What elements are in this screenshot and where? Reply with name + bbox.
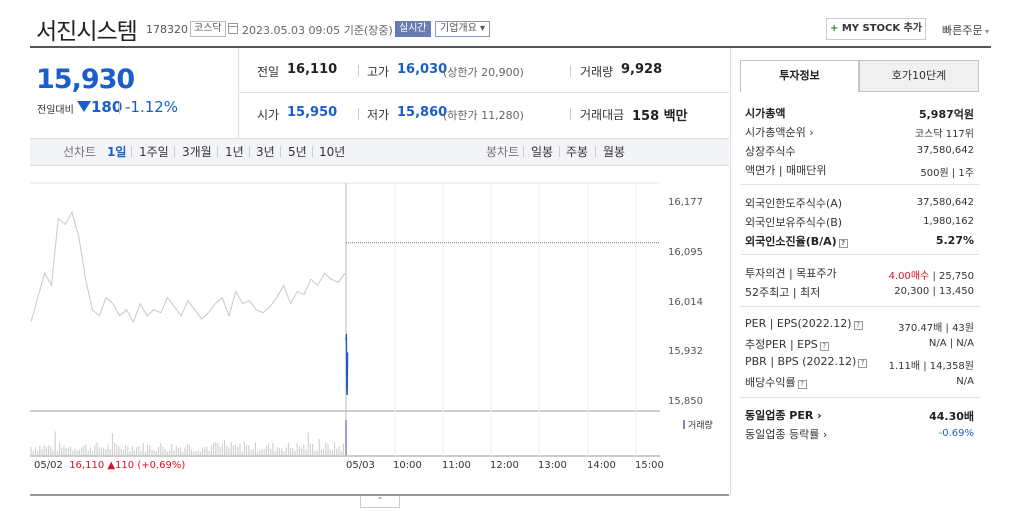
sector-per-value: 44.30배 bbox=[929, 410, 974, 423]
par-value-label: 액면가 | 매매단위 bbox=[745, 164, 827, 177]
help-icon[interactable]: ? bbox=[858, 359, 868, 368]
opinion-value: 4.00매수 | 25,750 bbox=[888, 271, 974, 282]
week52-value: 20,300 | 13,450 bbox=[894, 286, 974, 297]
sector-per-link[interactable]: 동일업종 PER › bbox=[745, 407, 822, 423]
pbr-bps-label: PBR | BPS (2022.12)? bbox=[745, 355, 868, 368]
x-tick-label: 10:00 bbox=[393, 460, 422, 471]
market-cap-label: 시가총액 bbox=[745, 107, 786, 120]
today-line bbox=[345, 334, 349, 395]
help-icon[interactable]: ? bbox=[819, 342, 829, 351]
y-tick-label: 15,932 bbox=[668, 346, 703, 357]
pbr-bps-value: 1.11배 | 14,358원 bbox=[888, 361, 974, 372]
divider bbox=[740, 397, 980, 398]
y-tick-label: 16,014 bbox=[668, 297, 703, 308]
y-tick-label: 16,095 bbox=[668, 247, 703, 258]
x-tick-label: 05/03 bbox=[346, 460, 375, 471]
divider bbox=[740, 306, 980, 307]
x-tick-label: 15:00 bbox=[635, 460, 664, 471]
help-icon[interactable]: ? bbox=[838, 239, 848, 248]
week52-label: 52주최고 | 최저 bbox=[745, 286, 821, 299]
help-icon[interactable]: ? bbox=[853, 321, 863, 330]
dividend-value: N/A bbox=[956, 376, 974, 387]
volume-legend: 거래량 bbox=[683, 418, 713, 431]
foreign-limit-value: 37,580,642 bbox=[916, 197, 974, 208]
foreign-ratio-label: 외국인소진율(B/A)? bbox=[745, 233, 848, 249]
prev-day-change: ▲110 bbox=[107, 460, 135, 471]
foreign-holding-value: 1,980,162 bbox=[923, 216, 974, 227]
prev-day-info: 05/02 16,110 ▲110 (+0.69%) bbox=[34, 460, 185, 471]
x-tick-label: 11:00 bbox=[442, 460, 471, 471]
per-eps-label: PER | EPS(2022.12)? bbox=[745, 317, 863, 330]
x-tick-label: 13:00 bbox=[538, 460, 567, 471]
market-cap-value: 5,987억원 bbox=[918, 108, 974, 121]
listed-shares-label: 상장주식수 bbox=[745, 145, 796, 158]
divider bbox=[740, 254, 980, 255]
collapse-chevron-icon[interactable]: ⌃ bbox=[360, 496, 400, 508]
x-tick-label: 14:00 bbox=[587, 460, 616, 471]
sector-rate-value: -0.69% bbox=[938, 428, 974, 439]
opinion-label: 투자의견 | 목표주가 bbox=[745, 267, 837, 280]
panel-divider bbox=[730, 48, 731, 496]
listed-shares-value: 37,580,642 bbox=[916, 145, 974, 156]
divider bbox=[740, 184, 980, 185]
y-tick-label: 15,850 bbox=[668, 396, 703, 407]
est-per-value: N/A | N/A bbox=[928, 338, 974, 349]
foreign-holding-label: 외국인보유주식수(B) bbox=[745, 216, 843, 229]
x-tick-label: 12:00 bbox=[490, 460, 519, 471]
foreign-ratio-value: 5.27% bbox=[935, 234, 974, 247]
tab-order-book[interactable]: 호가10단계 bbox=[859, 60, 979, 92]
x-tick-label: 05/02 bbox=[34, 460, 63, 471]
par-value-value: 500원 | 1주 bbox=[920, 168, 974, 179]
prev-day-close: 16,110 bbox=[69, 460, 105, 471]
market-cap-rank-value: 코스닥 117위 bbox=[914, 129, 974, 140]
prev-day-line bbox=[30, 211, 346, 324]
sector-rate-link[interactable]: 동일업종 등락률 › bbox=[745, 426, 827, 442]
foreign-limit-label: 외국인한도주식수(A) bbox=[745, 197, 843, 210]
market-cap-rank-link[interactable]: 시가총액순위 › bbox=[745, 124, 814, 140]
dividend-label: 배당수익률? bbox=[745, 374, 807, 390]
y-tick-label: 16,177 bbox=[668, 197, 703, 208]
tab-invest-info[interactable]: 투자정보 bbox=[740, 60, 859, 92]
est-per-label: 추정PER | EPS? bbox=[745, 336, 829, 352]
prev-day-rate: (+0.69%) bbox=[137, 460, 186, 471]
help-icon[interactable]: ? bbox=[797, 380, 807, 389]
per-eps-value: 370.47배 | 43원 bbox=[898, 323, 974, 334]
